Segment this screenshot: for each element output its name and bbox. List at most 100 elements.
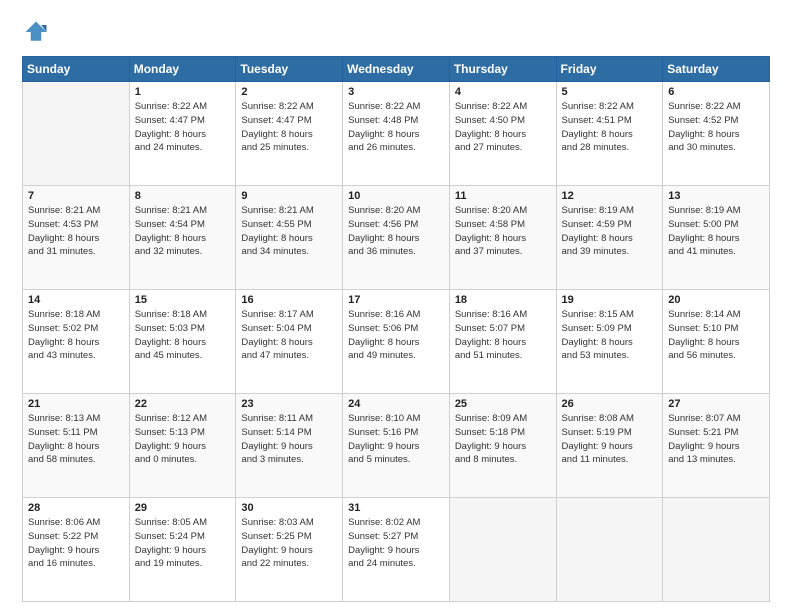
week-row-1: 7 Sunrise: 8:21 AM Sunset: 4:53 PM Daylig… [23, 186, 770, 290]
day-info: Sunrise: 8:08 AM Sunset: 5:19 PM Dayligh… [562, 412, 658, 467]
day-number: 16 [241, 294, 337, 306]
day-info: Sunrise: 8:22 AM Sunset: 4:48 PM Dayligh… [348, 100, 444, 155]
day-cell: 19Sunrise: 8:15 AM Sunset: 5:09 PM Dayli… [556, 290, 663, 394]
day-number: 26 [562, 398, 658, 410]
day-info: Sunrise: 8:22 AM Sunset: 4:51 PM Dayligh… [562, 100, 658, 155]
week-row-2: 14Sunrise: 8:18 AM Sunset: 5:02 PM Dayli… [23, 290, 770, 394]
calendar-table: SundayMondayTuesdayWednesdayThursdayFrid… [22, 56, 770, 602]
day-info: Sunrise: 8:17 AM Sunset: 5:04 PM Dayligh… [241, 308, 337, 363]
day-cell [449, 498, 556, 602]
day-info: Sunrise: 8:05 AM Sunset: 5:24 PM Dayligh… [135, 516, 231, 571]
day-cell: 30Sunrise: 8:03 AM Sunset: 5:25 PM Dayli… [236, 498, 343, 602]
day-info: Sunrise: 8:16 AM Sunset: 5:06 PM Dayligh… [348, 308, 444, 363]
day-cell: 20 Sunrise: 8:14 AM Sunset: 5:10 PM Dayli… [663, 290, 770, 394]
day-cell: 17 Sunrise: 8:16 AM Sunset: 5:06 PM Dayli… [343, 290, 450, 394]
day-cell: 25 Sunrise: 8:09 AM Sunset: 5:18 PM Dayli… [449, 394, 556, 498]
col-header-monday: Monday [129, 57, 236, 82]
day-info: Sunrise: 8:22 AM Sunset: 4:47 PM Dayligh… [241, 100, 337, 155]
day-number: 3 [348, 86, 444, 98]
day-number: 27 [668, 398, 764, 410]
col-header-sunday: Sunday [23, 57, 130, 82]
day-cell: 11Sunrise: 8:20 AM Sunset: 4:58 PM Dayli… [449, 186, 556, 290]
day-info: Sunrise: 8:12 AM Sunset: 5:13 PM Dayligh… [135, 412, 231, 467]
day-cell: 6 Sunrise: 8:22 AM Sunset: 4:52 PM Daylig… [663, 82, 770, 186]
day-number: 4 [455, 86, 551, 98]
day-info: Sunrise: 8:20 AM Sunset: 4:56 PM Dayligh… [348, 204, 444, 259]
day-cell: 18 Sunrise: 8:16 AM Sunset: 5:07 PM Dayli… [449, 290, 556, 394]
day-cell: 26 Sunrise: 8:08 AM Sunset: 5:19 PM Dayli… [556, 394, 663, 498]
day-number: 17 [348, 294, 444, 306]
day-info: Sunrise: 8:10 AM Sunset: 5:16 PM Dayligh… [348, 412, 444, 467]
day-info: Sunrise: 8:22 AM Sunset: 4:50 PM Dayligh… [455, 100, 551, 155]
day-info: Sunrise: 8:06 AM Sunset: 5:22 PM Dayligh… [28, 516, 124, 571]
day-info: Sunrise: 8:21 AM Sunset: 4:54 PM Dayligh… [135, 204, 231, 259]
day-cell: 28 Sunrise: 8:06 AM Sunset: 5:22 PM Dayli… [23, 498, 130, 602]
day-number: 24 [348, 398, 444, 410]
day-number: 6 [668, 86, 764, 98]
day-cell: 4 Sunrise: 8:22 AM Sunset: 4:50 PM Daylig… [449, 82, 556, 186]
week-row-0: 1 Sunrise: 8:22 AM Sunset: 4:47 PM Daylig… [23, 82, 770, 186]
day-number: 20 [668, 294, 764, 306]
day-number: 12 [562, 190, 658, 202]
logo [22, 18, 52, 46]
day-cell [556, 498, 663, 602]
day-info: Sunrise: 8:21 AM Sunset: 4:53 PM Dayligh… [28, 204, 124, 259]
day-cell: 15Sunrise: 8:18 AM Sunset: 5:03 PM Dayli… [129, 290, 236, 394]
day-cell [663, 498, 770, 602]
day-info: Sunrise: 8:22 AM Sunset: 4:47 PM Dayligh… [135, 100, 231, 155]
day-info: Sunrise: 8:16 AM Sunset: 5:07 PM Dayligh… [455, 308, 551, 363]
col-header-friday: Friday [556, 57, 663, 82]
day-number: 1 [135, 86, 231, 98]
page: SundayMondayTuesdayWednesdayThursdayFrid… [0, 0, 792, 612]
day-cell: 14Sunrise: 8:18 AM Sunset: 5:02 PM Dayli… [23, 290, 130, 394]
day-info: Sunrise: 8:02 AM Sunset: 5:27 PM Dayligh… [348, 516, 444, 571]
day-number: 5 [562, 86, 658, 98]
day-info: Sunrise: 8:19 AM Sunset: 4:59 PM Dayligh… [562, 204, 658, 259]
day-number: 2 [241, 86, 337, 98]
day-number: 22 [135, 398, 231, 410]
day-cell: 27 Sunrise: 8:07 AM Sunset: 5:21 PM Dayli… [663, 394, 770, 498]
day-number: 14 [28, 294, 124, 306]
week-row-3: 21 Sunrise: 8:13 AM Sunset: 5:11 PM Dayli… [23, 394, 770, 498]
day-info: Sunrise: 8:14 AM Sunset: 5:10 PM Dayligh… [668, 308, 764, 363]
day-cell: 22 Sunrise: 8:12 AM Sunset: 5:13 PM Dayli… [129, 394, 236, 498]
day-info: Sunrise: 8:15 AM Sunset: 5:09 PM Dayligh… [562, 308, 658, 363]
day-number: 25 [455, 398, 551, 410]
day-cell: 12 Sunrise: 8:19 AM Sunset: 4:59 PM Dayli… [556, 186, 663, 290]
day-info: Sunrise: 8:09 AM Sunset: 5:18 PM Dayligh… [455, 412, 551, 467]
day-cell: 5 Sunrise: 8:22 AM Sunset: 4:51 PM Daylig… [556, 82, 663, 186]
day-info: Sunrise: 8:22 AM Sunset: 4:52 PM Dayligh… [668, 100, 764, 155]
day-number: 7 [28, 190, 124, 202]
day-info: Sunrise: 8:07 AM Sunset: 5:21 PM Dayligh… [668, 412, 764, 467]
day-number: 29 [135, 502, 231, 514]
day-number: 30 [241, 502, 337, 514]
day-number: 15 [135, 294, 231, 306]
day-cell: 1 Sunrise: 8:22 AM Sunset: 4:47 PM Daylig… [129, 82, 236, 186]
day-info: Sunrise: 8:13 AM Sunset: 5:11 PM Dayligh… [28, 412, 124, 467]
day-cell: 13Sunrise: 8:19 AM Sunset: 5:00 PM Dayli… [663, 186, 770, 290]
day-cell: 3 Sunrise: 8:22 AM Sunset: 4:48 PM Daylig… [343, 82, 450, 186]
day-cell: 21 Sunrise: 8:13 AM Sunset: 5:11 PM Dayli… [23, 394, 130, 498]
day-number: 31 [348, 502, 444, 514]
day-number: 21 [28, 398, 124, 410]
day-cell: 2 Sunrise: 8:22 AM Sunset: 4:47 PM Daylig… [236, 82, 343, 186]
day-cell: 7 Sunrise: 8:21 AM Sunset: 4:53 PM Daylig… [23, 186, 130, 290]
day-cell: 9Sunrise: 8:21 AM Sunset: 4:55 PM Daylig… [236, 186, 343, 290]
day-cell: 23Sunrise: 8:11 AM Sunset: 5:14 PM Dayli… [236, 394, 343, 498]
day-cell: 10 Sunrise: 8:20 AM Sunset: 4:56 PM Dayli… [343, 186, 450, 290]
day-number: 10 [348, 190, 444, 202]
day-info: Sunrise: 8:19 AM Sunset: 5:00 PM Dayligh… [668, 204, 764, 259]
day-info: Sunrise: 8:20 AM Sunset: 4:58 PM Dayligh… [455, 204, 551, 259]
col-header-thursday: Thursday [449, 57, 556, 82]
day-number: 28 [28, 502, 124, 514]
week-row-4: 28 Sunrise: 8:06 AM Sunset: 5:22 PM Dayli… [23, 498, 770, 602]
col-header-saturday: Saturday [663, 57, 770, 82]
day-cell [23, 82, 130, 186]
day-number: 8 [135, 190, 231, 202]
day-cell: 8 Sunrise: 8:21 AM Sunset: 4:54 PM Daylig… [129, 186, 236, 290]
day-number: 9 [241, 190, 337, 202]
header [22, 18, 770, 46]
day-number: 23 [241, 398, 337, 410]
day-number: 18 [455, 294, 551, 306]
day-cell: 24 Sunrise: 8:10 AM Sunset: 5:16 PM Dayli… [343, 394, 450, 498]
